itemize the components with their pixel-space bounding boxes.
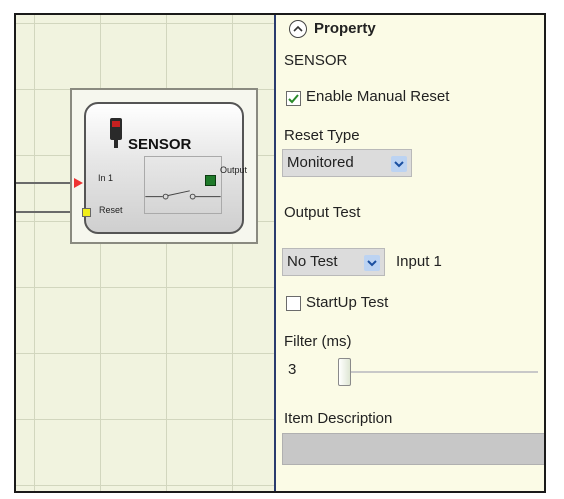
output-test-label: Output Test xyxy=(284,204,361,221)
chevron-down-icon[interactable] xyxy=(391,156,407,172)
chevron-down-icon[interactable] xyxy=(364,255,380,271)
enable-manual-reset-checkbox[interactable] xyxy=(286,91,301,106)
port-in1-label: In 1 xyxy=(98,173,114,183)
reset-wire xyxy=(16,211,74,213)
item-description-field[interactable] xyxy=(282,433,544,465)
component-name: SENSOR xyxy=(284,52,348,69)
reset-type-label: Reset Type xyxy=(284,127,360,144)
output-test-value: No Test xyxy=(287,253,338,270)
filter-slider-thumb[interactable] xyxy=(338,358,351,386)
input-wire-1 xyxy=(16,182,74,184)
panel-header-title: Property xyxy=(314,20,376,37)
property-panel: Property SENSOR Enable Manual Reset Rese… xyxy=(276,15,544,491)
item-description-label: Item Description xyxy=(284,410,393,427)
reset-type-dropdown[interactable]: Monitored xyxy=(282,149,412,177)
collapse-up-icon[interactable] xyxy=(289,20,307,38)
input-port-reset[interactable] xyxy=(82,208,91,217)
reset-type-value: Monitored xyxy=(287,154,354,171)
port-output-label: Output xyxy=(220,165,248,175)
input-port-in1[interactable] xyxy=(74,178,83,188)
startup-test-label: StartUp Test xyxy=(306,294,389,311)
app-window: SENSOR In 1 Reset Output Property SENSOR… xyxy=(14,13,546,493)
filter-value: 3 xyxy=(288,361,297,378)
startup-test-checkbox[interactable] xyxy=(286,296,301,311)
port-reset-label: Reset xyxy=(99,205,123,215)
sensor-icon xyxy=(110,118,122,148)
output-test-dropdown[interactable]: No Test xyxy=(282,248,385,276)
output-test-input-label: Input 1 xyxy=(396,253,442,270)
design-canvas[interactable] xyxy=(16,15,274,491)
enable-manual-reset-label: Enable Manual Reset xyxy=(306,88,450,105)
block-title: SENSOR xyxy=(128,136,192,153)
filter-slider-track[interactable] xyxy=(338,371,538,373)
output-port[interactable] xyxy=(205,175,216,186)
filter-label: Filter (ms) xyxy=(284,333,352,350)
